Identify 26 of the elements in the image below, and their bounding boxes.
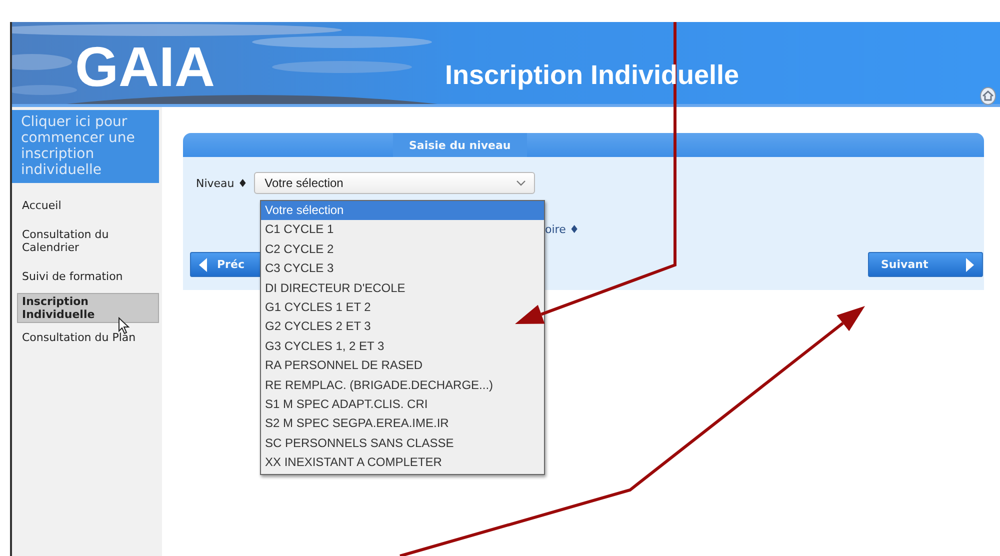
dropdown-option[interactable]: DI DIRECTEUR D'ECOLE [261, 278, 544, 298]
home-icon[interactable] [980, 87, 996, 105]
dropdown-option[interactable]: G2 CYCLES 2 ET 3 [261, 317, 544, 337]
dropdown-option[interactable]: G3 CYCLES 1, 2 ET 3 [261, 336, 544, 356]
level-select[interactable]: Votre sélection [254, 172, 535, 194]
logo-text: GAIA [75, 39, 215, 95]
sidebar-item[interactable]: Suivi de formation [17, 268, 159, 285]
right-triangle-icon [966, 258, 974, 272]
chevron-icon [516, 180, 526, 186]
next-button[interactable]: Suivant [868, 252, 983, 277]
sidebar-item[interactable]: Inscription Individuelle [17, 293, 159, 323]
dropdown-option[interactable]: RE REMPLAC. (BRIGADE.DECHARGE...) [261, 376, 544, 395]
sidebar-item[interactable]: Consultation du Plan [17, 329, 159, 346]
field-label: oire ♦ [545, 223, 580, 236]
dropdown-option[interactable]: SC PERSONNELS SANS CLASSE [261, 434, 544, 454]
dropdown-option[interactable]: XX INEXISTANT A COMPLETER [261, 453, 544, 472]
left-triangle-icon [199, 258, 207, 272]
sidebar-item[interactable]: Consultation du Calendrier [17, 226, 159, 256]
dropdown-option[interactable]: G1 CYCLES 1 ET 2 [261, 298, 544, 318]
dropdown-option[interactable]: S2 M SPEC SEGPA.EREA.IME.IR [261, 414, 544, 434]
dropdown-option[interactable]: C1 CYCLE 1 [261, 220, 544, 240]
sidebar-item[interactable]: Accueil [17, 197, 159, 214]
dropdown-option[interactable]: RA PERSONNEL DE RASED [261, 356, 544, 376]
field-label: Niveau ♦ [196, 176, 248, 190]
dropdown-option[interactable]: Votre sélection [261, 201, 544, 220]
dropdown-option[interactable]: S1 M SPEC ADAPT.CLIS. CRI [261, 394, 544, 414]
